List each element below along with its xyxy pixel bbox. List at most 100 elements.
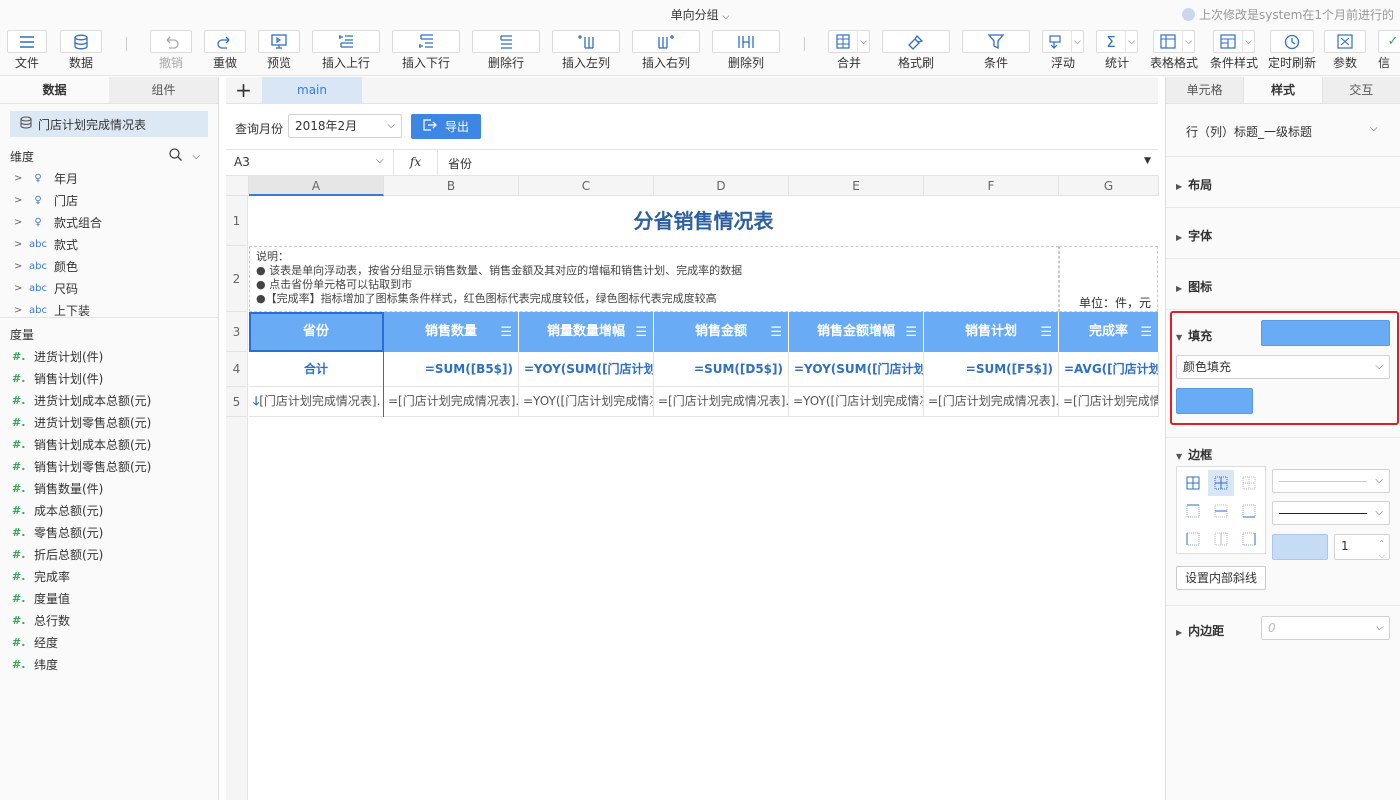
row-header[interactable]: 2 — [226, 246, 248, 312]
header-cell[interactable]: 完成率 ☰ — [1059, 312, 1159, 352]
more-button[interactable]: ✓ 信 — [1378, 30, 1400, 72]
border-line-select[interactable]: ⌵ — [1272, 501, 1390, 525]
row-header[interactable]: 1 — [226, 196, 248, 246]
measure-item[interactable]: #. 总行数 — [0, 609, 218, 631]
month-select[interactable]: 2018年2月 ⌵ — [288, 114, 402, 138]
measure-item[interactable]: #. 经度 — [0, 631, 218, 653]
border-width-stepper[interactable]: 1 ⌃ ⌵ — [1334, 534, 1390, 560]
total-cell[interactable]: =YOY(SUM([门店计划完 — [519, 352, 654, 387]
border-style-select[interactable]: ⌵ — [1272, 469, 1390, 493]
dimension-item[interactable]: > abc 上下装 — [0, 299, 218, 318]
layout-section[interactable]: ▶ 布局 — [1166, 156, 1400, 207]
tab-data[interactable]: 数据 — [0, 77, 109, 103]
notes-cell[interactable]: 说明： ● 该表是单向浮动表，按省分组显示销售数量、销售金额及其对应的增幅和销售计… — [249, 246, 1059, 312]
column-header[interactable]: C — [519, 176, 654, 196]
header-cell[interactable]: 销售金额增幅 ☰ — [789, 312, 924, 352]
no-border-icon[interactable] — [1236, 470, 1262, 496]
dataset-item[interactable]: 门店计划完成情况表 — [10, 111, 208, 137]
total-cell[interactable]: =SUM([D5$]) — [654, 352, 789, 387]
total-cell[interactable]: =SUM([F5$]) — [924, 352, 1059, 387]
dimension-item[interactable]: > ♀ 款式组合 — [0, 211, 218, 233]
condition-button[interactable]: 条件 — [962, 30, 1030, 72]
add-sheet-button[interactable]: + — [226, 77, 261, 104]
detail-cell[interactable]: =[门店计划完成情 — [1059, 387, 1159, 417]
file-button[interactable]: 文件 — [7, 30, 47, 72]
column-header[interactable]: A — [249, 176, 384, 196]
grid-corner[interactable] — [226, 176, 249, 196]
float-button[interactable]: ⌵ 浮动 — [1042, 30, 1084, 72]
sort-icon[interactable]: ☰ — [905, 313, 917, 352]
detail-cell[interactable]: =[门店计划完成情况表]. — [384, 387, 519, 417]
measure-item[interactable]: #. 进货计划零售总额(元) — [0, 411, 218, 433]
padding-input[interactable]: 0 ⌵ — [1261, 616, 1390, 640]
row-header[interactable]: 4 — [226, 352, 248, 387]
dimension-item[interactable]: > ♀ 门店 — [0, 189, 218, 211]
insert-col-left-button[interactable]: 插入左列 — [552, 30, 620, 72]
inner-borders-icon[interactable] — [1208, 470, 1234, 496]
row-header[interactable]: 5 — [226, 387, 248, 417]
params-button[interactable]: 参数 — [1324, 30, 1366, 72]
measure-item[interactable]: #. 销售数量(件) — [0, 477, 218, 499]
measure-item[interactable]: #. 纬度 — [0, 653, 218, 675]
inner-diagonal-button[interactable]: 设置内部斜线 — [1176, 566, 1266, 590]
column-header[interactable]: D — [654, 176, 789, 196]
column-header[interactable]: F — [924, 176, 1059, 196]
sort-icon[interactable]: ☰ — [1040, 313, 1052, 352]
stats-button[interactable]: Σ ⌵ 统计 — [1096, 30, 1138, 72]
measure-item[interactable]: #. 度量值 — [0, 587, 218, 609]
merge-button[interactable]: ⌵ 合并 — [828, 30, 870, 72]
sheet-tab-main[interactable]: main — [262, 77, 362, 104]
row-header[interactable]: 3 — [226, 312, 248, 352]
measure-item[interactable]: #. 折后总额(元) — [0, 543, 218, 565]
timed-refresh-button[interactable]: 定时刷新 — [1268, 30, 1316, 72]
unit-cell[interactable]: 单位：件，元 — [1059, 246, 1158, 312]
column-header[interactable]: G — [1059, 176, 1159, 196]
detail-cell[interactable]: =[门店计划完成情况表]. — [654, 387, 789, 417]
tab-style[interactable]: 样式 — [1243, 77, 1323, 103]
style-preset-select[interactable]: 行（列）标题_一级标题 ⌵ — [1176, 115, 1391, 145]
sort-icon[interactable]: ☰ — [635, 313, 647, 352]
detail-cell[interactable]: =[门店计划完成情况表]. — [924, 387, 1059, 417]
search-icon[interactable] — [169, 148, 183, 164]
tab-components[interactable]: 组件 — [109, 77, 218, 103]
total-cell[interactable]: 合计 — [249, 352, 384, 387]
header-cell[interactable]: 销售数量 ☰ — [384, 312, 519, 352]
all-borders-icon[interactable] — [1180, 470, 1206, 496]
middle-border-icon[interactable] — [1208, 498, 1234, 524]
insert-row-below-button[interactable]: 插入下行 — [392, 30, 460, 72]
report-title[interactable]: 分省销售情况表 — [249, 196, 1158, 246]
total-cell[interactable]: =AVG([门店计划完 — [1059, 352, 1159, 387]
preview-button[interactable]: 预览 — [258, 30, 300, 72]
cell-ref-box[interactable]: A3 ⌵ — [226, 150, 394, 175]
column-header[interactable]: B — [384, 176, 519, 196]
icon-section[interactable]: ▶ 图标 — [1166, 258, 1400, 309]
border-color-swatch[interactable] — [1272, 534, 1328, 560]
export-button[interactable]: 导出 — [411, 114, 481, 139]
insert-col-right-button[interactable]: 插入右列 — [632, 30, 700, 72]
formula-input[interactable]: 省份 — [448, 155, 472, 172]
measure-item[interactable]: #. 销售计划零售总额(元) — [0, 455, 218, 477]
column-header[interactable]: E — [789, 176, 924, 196]
delete-row-button[interactable]: 删除行 — [472, 30, 540, 72]
data-button[interactable]: 数据 — [60, 30, 102, 72]
dimension-item[interactable]: > ♀ 年月 — [0, 167, 218, 189]
padding-section-header[interactable]: ▶ 内边距 — [1176, 622, 1224, 639]
border-section-header[interactable]: ▼ 边框 — [1176, 446, 1212, 463]
measure-item[interactable]: #. 进货计划成本总额(元) — [0, 389, 218, 411]
header-cell[interactable]: 销售计划 ☰ — [924, 312, 1059, 352]
measure-item[interactable]: #. 进货计划(件) — [0, 345, 218, 367]
caret-down-icon[interactable]: ▼ — [1144, 156, 1151, 166]
header-cell[interactable]: 销售金额 ☰ — [654, 312, 789, 352]
measure-item[interactable]: #. 销售计划成本总额(元) — [0, 433, 218, 455]
top-border-icon[interactable] — [1180, 498, 1206, 524]
header-cell[interactable]: 销量数量增幅 ☰ — [519, 312, 654, 352]
center-border-icon[interactable] — [1208, 526, 1234, 552]
dimension-item[interactable]: > abc 尺码 — [0, 277, 218, 299]
measure-item[interactable]: #. 零售总额(元) — [0, 521, 218, 543]
table-format-button[interactable]: ⌵ 表格格式 — [1150, 30, 1198, 72]
measure-item[interactable]: #. 销售计划(件) — [0, 367, 218, 389]
header-cell[interactable]: 省份 — [249, 312, 384, 352]
tab-interaction[interactable]: 交互 — [1322, 77, 1400, 103]
bottom-border-icon[interactable] — [1236, 498, 1262, 524]
format-painter-button[interactable]: 格式刷 — [882, 30, 950, 72]
